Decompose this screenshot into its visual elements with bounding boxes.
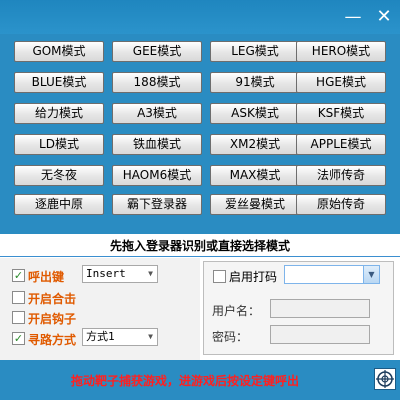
footer-instruction: 拖动靶子捕获游戏，进游戏后按设定键呼出 [70, 374, 299, 388]
password-field[interactable] [270, 325, 370, 344]
mode-button-geili[interactable]: 给力模式 [14, 103, 104, 124]
footer-bar: 拖动靶子捕获游戏，进游戏后按设定键呼出 [0, 360, 400, 400]
crosshair-icon[interactable] [374, 368, 396, 390]
mode-button-gee[interactable]: GEE模式 [112, 41, 202, 62]
mode-button-a3[interactable]: A3模式 [112, 103, 202, 124]
mode-button-apple[interactable]: APPLE模式 [296, 134, 386, 155]
mode-button-wudongye[interactable]: 无冬夜 [14, 165, 104, 186]
pathfinding-select-value: 方式1 [86, 330, 115, 343]
chevron-down-icon: ▼ [148, 332, 153, 341]
mode-button-aisiman[interactable]: 爱丝曼模式 [210, 194, 300, 215]
mode-button-tiexue[interactable]: 铁血模式 [112, 134, 202, 155]
minimize-button[interactable]: — [342, 6, 364, 28]
pathfinding-label: 寻路方式 [28, 333, 77, 347]
mode-button-haom6[interactable]: HAOM6模式 [112, 165, 202, 186]
captcha-login-group: 启用打码 ▼ 用户名： 密码： [203, 261, 394, 355]
mode-button-hge[interactable]: HGE模式 [296, 72, 386, 93]
mode-button-xm2[interactable]: XM2模式 [210, 134, 300, 155]
password-label: 密码： [212, 330, 249, 344]
mode-button-gom[interactable]: GOM模式 [14, 41, 104, 62]
username-label: 用户名： [212, 304, 261, 318]
captcha-service-combo[interactable]: ▼ [284, 265, 380, 284]
mode-grid: GOM模式 GEE模式 LEG模式 HERO模式 BLUE模式 188模式 91… [0, 34, 400, 234]
chevron-down-icon: ▼ [148, 269, 153, 278]
mode-button-leg[interactable]: LEG模式 [210, 41, 300, 62]
drag-hint-label: 先拖入登录器识别或直接选择模式 [109, 239, 290, 253]
hook-checkbox[interactable] [12, 311, 25, 324]
options-column: ✓ 呼出键 Insert ▼ 开启合击 开启钩子 ✓ 寻路方式 方式1 ▼ [0, 258, 200, 360]
mode-button-hero[interactable]: HERO模式 [296, 41, 386, 62]
mode-button-91[interactable]: 91模式 [210, 72, 300, 93]
hotkey-label: 呼出键 [28, 270, 65, 284]
mode-button-ksf[interactable]: KSF模式 [296, 103, 386, 124]
mode-button-ld[interactable]: LD模式 [14, 134, 104, 155]
mode-button-blue[interactable]: BLUE模式 [14, 72, 104, 93]
pathfinding-select[interactable]: 方式1 ▼ [82, 328, 158, 346]
mode-button-fashi[interactable]: 法师传奇 [296, 165, 386, 186]
pathfinding-checkbox[interactable]: ✓ [12, 332, 25, 345]
mode-button-zhulu[interactable]: 逐鹿中原 [14, 194, 104, 215]
mode-button-baxia[interactable]: 霸下登录器 [112, 194, 202, 215]
settings-panel: 先拖入登录器识别或直接选择模式 ✓ 呼出键 Insert ▼ 开启合击 开启钩子… [0, 234, 400, 360]
close-button[interactable]: ✕ [373, 6, 395, 28]
hotkey-select[interactable]: Insert ▼ [82, 265, 158, 283]
mode-button-yuanshi[interactable]: 原始传奇 [296, 194, 386, 215]
mode-button-188[interactable]: 188模式 [112, 72, 202, 93]
hotkey-select-value: Insert [86, 267, 126, 280]
enable-captcha-checkbox[interactable] [213, 270, 226, 283]
title-bar: — ✕ [0, 0, 400, 34]
hotkey-checkbox[interactable]: ✓ [12, 269, 25, 282]
mode-button-max[interactable]: MAX模式 [210, 165, 300, 186]
divider [0, 256, 400, 257]
auto-attack-label: 开启合击 [28, 292, 77, 306]
mode-button-ask[interactable]: ASK模式 [210, 103, 300, 124]
enable-captcha-label: 启用打码 [229, 270, 278, 284]
auto-attack-checkbox[interactable] [12, 291, 25, 304]
chevron-down-icon: ▼ [363, 266, 379, 283]
hook-label: 开启钩子 [28, 312, 77, 326]
username-field[interactable] [270, 299, 370, 318]
